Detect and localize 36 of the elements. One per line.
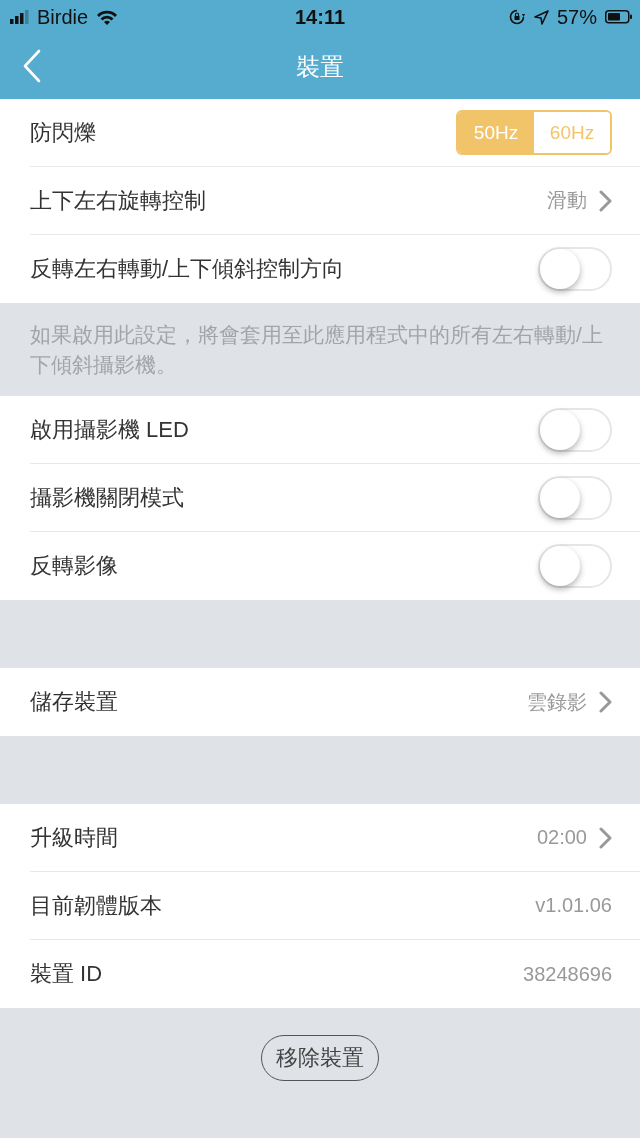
setting-label: 升級時間 bbox=[30, 823, 118, 852]
setting-value: 滑動 bbox=[547, 188, 587, 213]
chevron-right-icon bbox=[599, 189, 612, 212]
setting-value: 38248696 bbox=[523, 962, 612, 986]
setting-label: 啟用攝影機 LED bbox=[30, 415, 189, 444]
chevron-right-icon bbox=[599, 691, 612, 713]
settings-row[interactable]: 升級時間 02:00 bbox=[30, 804, 640, 872]
screen-title: 裝置 bbox=[296, 51, 344, 82]
setting-value: 02:00 bbox=[536, 826, 587, 849]
setting-label: 裝置 ID bbox=[30, 960, 103, 988]
chevron-right-icon bbox=[599, 826, 612, 849]
toggle-switch[interactable] bbox=[538, 407, 612, 452]
carrier-name: Birdie bbox=[37, 5, 89, 29]
settings-row[interactable]: 上下左右旋轉控制 滑動 bbox=[30, 167, 640, 235]
setting-value: v1.01.06 bbox=[535, 894, 612, 917]
clock-time: 14:11 bbox=[294, 5, 346, 29]
battery-percent: 57% bbox=[556, 5, 597, 29]
setting-label: 攝影機關閉模式 bbox=[30, 483, 184, 512]
setting-label: 反轉左右轉動/上下傾斜控制方向 bbox=[30, 255, 345, 283]
toggle-switch[interactable] bbox=[538, 247, 612, 291]
setting-label: 上下左右旋轉控制 bbox=[30, 186, 206, 215]
back-button[interactable] bbox=[22, 49, 42, 83]
wifi-icon bbox=[96, 9, 119, 25]
setting-label: 反轉影像 bbox=[30, 552, 118, 580]
chevron-left-icon bbox=[22, 49, 42, 83]
toggle-switch[interactable] bbox=[538, 475, 612, 520]
toggle-switch[interactable] bbox=[538, 544, 612, 588]
setting-label: 目前韌體版本 bbox=[30, 891, 162, 920]
setting-label: 防閃爍 bbox=[30, 118, 96, 147]
setting-value: 雲錄影 bbox=[527, 689, 587, 715]
location-arrow-icon bbox=[533, 9, 549, 25]
rotation-lock-icon bbox=[508, 9, 526, 25]
battery-icon bbox=[605, 10, 632, 24]
signal-icon bbox=[10, 10, 29, 24]
setting-label: 儲存裝置 bbox=[30, 688, 118, 716]
setting-description: 如果啟用此設定，將會套用至此應用程式中的所有左右轉動/上下傾斜攝影機。 bbox=[30, 321, 604, 378]
